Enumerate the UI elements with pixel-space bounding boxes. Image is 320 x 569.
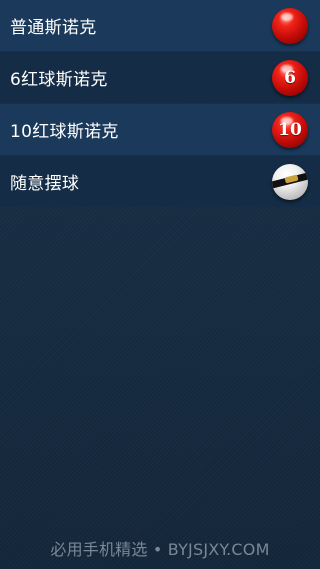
mode-item-free-placement[interactable]: 随意摆球: [0, 156, 320, 207]
mode-label: 普通斯诺克: [10, 18, 97, 38]
red-ball-6-icon: 6: [272, 59, 308, 96]
watermark-text: 必用手机精选 • BYJSJXY.COM: [50, 540, 270, 559]
ball-number: 10: [278, 119, 302, 140]
mode-item-six-red-snooker[interactable]: 6红球斯诺克 6: [0, 52, 320, 103]
mode-item-ten-red-snooker[interactable]: 10红球斯诺克 10: [0, 104, 320, 155]
ball-number: 6: [284, 67, 296, 88]
cue-ball-icon: [272, 163, 308, 200]
mode-item-standard-snooker[interactable]: 普通斯诺克: [0, 0, 320, 51]
red-ball-10-icon: 10: [272, 111, 308, 148]
game-mode-list: 普通斯诺克 6红球斯诺克 6 10红球斯诺克 10 随意摆球: [0, 0, 320, 208]
red-ball-icon: [272, 7, 308, 44]
mode-label: 随意摆球: [10, 174, 80, 194]
mode-label: 6红球斯诺克: [10, 70, 108, 90]
mode-label: 10红球斯诺克: [10, 122, 119, 142]
